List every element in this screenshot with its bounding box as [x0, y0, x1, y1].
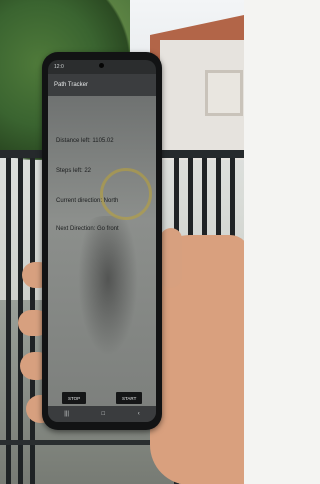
start-button[interactable]: START: [116, 392, 143, 404]
house-window: [205, 70, 243, 116]
screen-reflection-ring: [100, 168, 152, 220]
phone-screen: 12:0 Path Tracker Distance left: 1105.02…: [48, 60, 156, 422]
recents-icon[interactable]: |||: [64, 411, 69, 417]
front-camera: [99, 63, 104, 68]
android-nav-bar: ||| □ ‹: [48, 406, 156, 422]
screen-reflection: [78, 216, 138, 356]
status-time: 12:0: [54, 64, 64, 70]
back-icon[interactable]: ‹: [138, 411, 140, 417]
steps-left: Steps left: 22: [56, 168, 92, 174]
current-direction: Current direction: North: [56, 198, 119, 204]
phone: 12:0 Path Tracker Distance left: 1105.02…: [42, 52, 162, 430]
stop-button[interactable]: STOP: [62, 392, 87, 404]
distance-left: Distance left: 1105.02: [56, 138, 114, 144]
home-icon[interactable]: □: [102, 411, 106, 417]
thumb: [160, 228, 182, 288]
app-title: Path Tracker: [54, 82, 89, 88]
rail-bar: [6, 150, 11, 484]
next-direction: Next Direction: Go front: [56, 226, 119, 232]
app-bar: Path Tracker: [48, 74, 156, 96]
tracker-content: Distance left: 1105.02 Steps left: 22 Cu…: [48, 96, 156, 406]
